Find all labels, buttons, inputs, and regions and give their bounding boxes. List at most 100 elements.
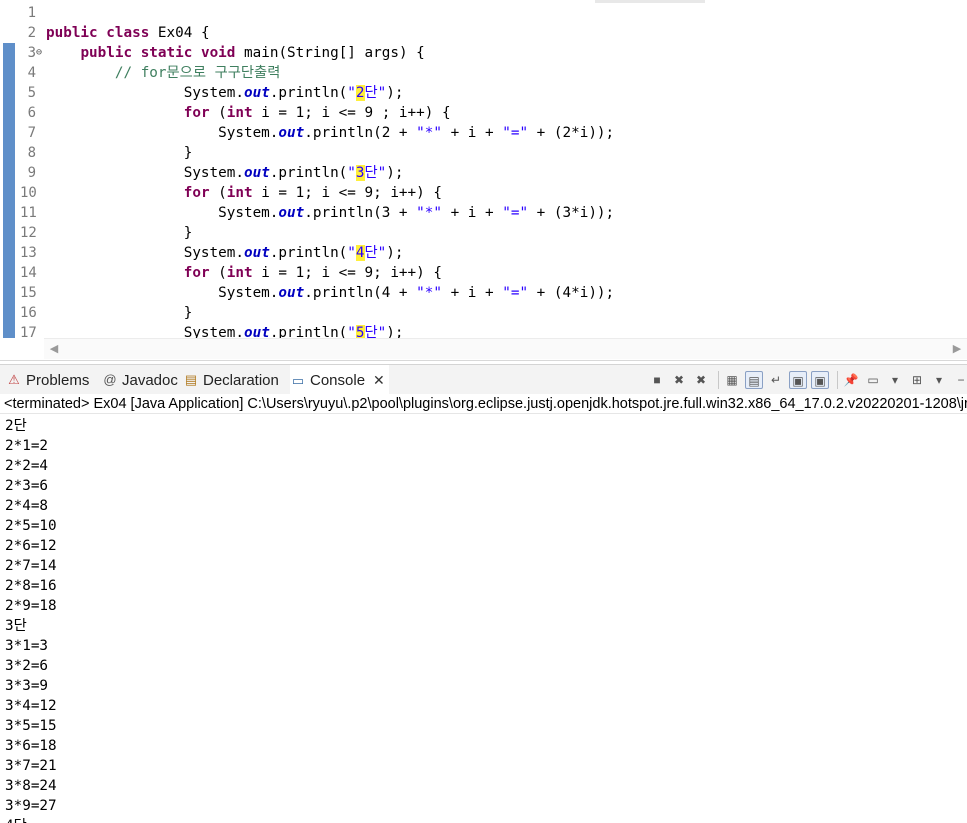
code-line[interactable]: System.out.println("2단"); <box>46 83 403 103</box>
change-marker <box>3 83 15 103</box>
code-line[interactable]: } <box>46 303 193 323</box>
code-line[interactable]: public class Ex04 { <box>46 23 210 43</box>
code-line[interactable]: } <box>46 223 193 243</box>
line-number: 11 <box>20 205 37 221</box>
code-token: out <box>243 245 270 261</box>
gutter-line: 14 <box>0 263 44 283</box>
code-token: 2 <box>355 85 365 101</box>
code-editor[interactable]: 1 2 3 ⊖ 4 5 6 7 8 9 10 11 12 13 14 15 16 17 public class … <box>0 0 967 361</box>
remove-all-terminated-icon[interactable]: ✖ <box>692 371 710 389</box>
code-token: " <box>347 85 356 101</box>
tab-declaration[interactable]: ▤ Declaration <box>183 365 279 395</box>
tab-label: Javadoc <box>122 371 178 389</box>
tab-problems[interactable]: ⚠ Problems <box>6 365 89 395</box>
console-output[interactable]: 2단 2*1=2 2*2=4 2*3=6 2*4=8 2*5=10 2*6=12 2*7=14… <box>0 414 967 823</box>
scroll-lock-icon[interactable]: ▤ <box>745 371 763 389</box>
toolbar-separator <box>837 371 838 389</box>
display-selected-console-icon[interactable]: ▭ <box>864 371 882 389</box>
line-number: 7 <box>27 125 36 141</box>
code-line[interactable]: for (int i = 1; i <= 9 ; i++) { <box>46 103 451 123</box>
code-token: 단" <box>364 85 387 101</box>
code-token: for <box>183 185 210 201</box>
code-token: .println( <box>269 245 348 261</box>
change-marker <box>3 43 15 63</box>
line-number: 1 <box>27 5 36 21</box>
declaration-icon: ▤ <box>184 372 198 387</box>
code-line[interactable]: } <box>46 143 193 163</box>
code-token: for <box>183 105 210 121</box>
line-number: 9 <box>27 165 36 181</box>
code-token: "*" <box>416 285 442 301</box>
code-token: .println(3 + <box>304 205 417 221</box>
change-marker <box>3 123 15 143</box>
console-line: 3*7=21 <box>5 758 57 774</box>
line-number: 3 <box>27 45 36 61</box>
console-line: 2단 <box>5 418 27 434</box>
gutter-line: 16 <box>0 303 44 323</box>
code-token: + i + <box>441 285 503 301</box>
code-line[interactable]: System.out.println(2 + "*" + i + "=" + (… <box>46 123 614 143</box>
dropdown-icon[interactable]: ▾ <box>886 371 904 389</box>
code-line[interactable]: System.out.println(4 + "*" + i + "=" + (… <box>46 283 614 303</box>
code-token: 4 <box>355 245 365 261</box>
code-token: .println( <box>269 325 348 338</box>
console-line: 3*4=12 <box>5 698 57 714</box>
console-toolbar: ■ ✖ ✖ ▦ ▤ ↵ ▣ ▣ 📌 ▭ ▾ ⊞ ▾ − <box>648 370 967 390</box>
gutter-line: 9 <box>0 163 44 183</box>
close-icon[interactable]: ✕ <box>373 372 385 389</box>
terminate-icon[interactable]: ■ <box>648 371 666 389</box>
console-line: 3*8=24 <box>5 778 57 794</box>
horizontal-scrollbar[interactable]: ◀ ▶ <box>44 338 967 359</box>
code-token: i = 1; i <= 9; i++) { <box>252 265 442 281</box>
gutter-line: 17 <box>0 323 44 338</box>
change-marker <box>3 103 15 123</box>
console-line: 2*3=6 <box>5 478 49 494</box>
tab-console[interactable]: ▭ Console ✕ <box>290 365 389 396</box>
line-number: 16 <box>20 305 37 321</box>
code-token: public <box>80 45 133 61</box>
console-line: 2*7=14 <box>5 558 57 574</box>
console-line: 2*2=4 <box>5 458 49 474</box>
scroll-right-arrow-icon[interactable]: ▶ <box>947 339 967 359</box>
code-line[interactable]: public static void main(String[] args) { <box>46 43 424 63</box>
line-number: 5 <box>27 85 36 101</box>
line-number: 10 <box>20 185 37 201</box>
tab-javadoc[interactable]: @ Javadoc <box>102 365 178 395</box>
code-line[interactable]: System.out.println("5단"); <box>46 323 403 338</box>
code-line[interactable]: System.out.println("3단"); <box>46 163 403 183</box>
word-wrap-icon[interactable]: ↵ <box>767 371 785 389</box>
change-marker <box>3 63 15 83</box>
code-token: out <box>243 165 270 181</box>
code-token: System. <box>46 245 244 261</box>
line-number-gutter: 1 2 3 ⊖ 4 5 6 7 8 9 10 11 12 13 14 15 16 17 <box>0 0 44 338</box>
code-line[interactable]: System.out.println("4단"); <box>46 243 403 263</box>
code-token: int <box>226 105 253 121</box>
code-line[interactable]: for (int i = 1; i <= 9; i++) { <box>46 263 442 283</box>
change-marker <box>3 283 15 303</box>
code-token: out <box>243 85 270 101</box>
dropdown-icon[interactable]: ▾ <box>930 371 948 389</box>
code-line[interactable]: System.out.println(3 + "*" + i + "=" + (… <box>46 203 614 223</box>
code-token: } <box>46 225 193 241</box>
pin-console-icon[interactable]: 📌 <box>842 371 860 389</box>
scroll-left-arrow-icon[interactable]: ◀ <box>44 339 64 359</box>
gutter-line: 11 <box>0 203 44 223</box>
code-token: } <box>46 305 193 321</box>
code-line[interactable]: // for문으로 구구단출력 <box>46 63 280 83</box>
show-on-stdout-icon[interactable]: ▣ <box>789 371 807 389</box>
code-token: public <box>46 25 98 41</box>
code-token: " <box>347 165 356 181</box>
console-line: 3*9=27 <box>5 798 57 814</box>
minimize-icon[interactable]: − <box>952 371 967 389</box>
code-line[interactable]: for (int i = 1; i <= 9; i++) { <box>46 183 442 203</box>
code-area[interactable]: public class Ex04 { public static void m… <box>46 3 961 338</box>
code-token: .println( <box>269 85 348 101</box>
open-console-icon[interactable]: ⊞ <box>908 371 926 389</box>
show-on-stderr-icon[interactable]: ▣ <box>811 371 829 389</box>
remove-launch-icon[interactable]: ✖ <box>670 371 688 389</box>
fold-toggle-icon[interactable]: ⊖ <box>36 43 42 63</box>
clear-console-icon[interactable]: ▦ <box>723 371 741 389</box>
